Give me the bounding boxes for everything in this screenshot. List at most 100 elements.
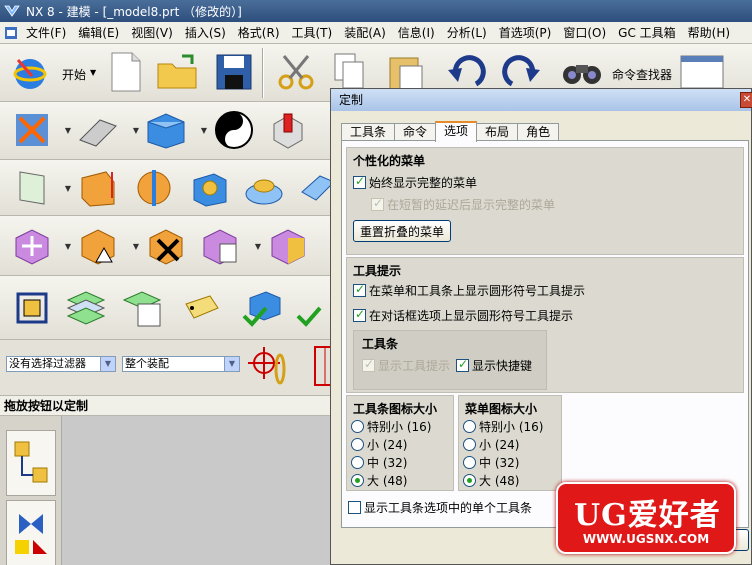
always-show-full-menus-checkbox[interactable]: 始终显示完整的菜单 [353,174,477,191]
toolbar-size-radio-medium[interactable]: 中 (32) [351,454,407,471]
blend-icon[interactable] [212,108,256,152]
menu-preferences[interactable]: 首选项(P) [493,24,558,41]
tag-icon[interactable] [180,286,224,330]
hole-icon[interactable] [188,166,232,210]
menu-size-radio-large[interactable]: 大 (48) [463,472,519,489]
personalized-menus-title: 个性化的菜单 [353,154,426,168]
start-dropdown-icon[interactable]: ▼ [90,68,96,77]
menu-size-radio-xsmall[interactable]: 特别小 (16) [463,418,543,435]
checkbox-disabled-icon [371,196,384,211]
bracket-icon[interactable] [76,108,120,152]
move-face-icon[interactable] [10,224,54,268]
reset-menus-button[interactable]: 重置折叠的菜单 [353,220,451,242]
tab-layout[interactable]: 布局 [476,123,519,141]
dropdown-icon[interactable]: ▼ [64,166,72,210]
extrude-icon[interactable] [76,166,120,210]
assembly-check-icon[interactable] [240,286,284,330]
cut-icon[interactable] [274,50,318,94]
dropdown-icon[interactable]: ▼ [254,224,262,268]
block-icon[interactable] [144,108,188,152]
sketch-icon[interactable] [10,108,54,152]
radio-selected-icon [463,474,476,487]
dropdown-icon[interactable]: ▼ [64,224,72,268]
assembly-navigator-icon[interactable] [6,430,56,496]
new-file-icon[interactable] [104,50,148,94]
checkbox-checked-icon [353,307,366,322]
window-title: NX 8 - 建模 - [_model8.prt （修改的）] [26,4,242,19]
draft-icon[interactable] [76,224,120,268]
command-finder-label[interactable]: 命令查找器 [612,66,672,83]
chevron-down-icon[interactable]: ▼ [100,357,115,371]
dropdown-icon[interactable]: ▼ [132,224,140,268]
menu-edit[interactable]: 编辑(E) [72,24,125,41]
snap-point-icon[interactable] [246,344,290,388]
toolbar-size-label: 特别小 (16) [367,420,432,434]
menu-size-label: 小 (24) [479,438,520,452]
menu-insert[interactable]: 插入(S) [179,24,232,41]
menu-icon-size-group: 菜单图标大小 特别小 (16) 小 (24) 中 (32) 大 (48) [458,395,562,491]
layers-icon[interactable] [64,286,108,330]
toolbar-size-label: 小 (24) [367,438,408,452]
watermark-url: WWW.UGSNX.COM [582,532,710,546]
tab-roles[interactable]: 角色 [517,123,560,141]
constraint-navigator-icon[interactable] [6,500,56,565]
start-label[interactable]: 开始 [62,66,86,83]
save-icon[interactable] [212,50,256,94]
menu-file[interactable]: 文件(F) [20,24,72,41]
scope-select[interactable]: 整个装配 ▼ [122,356,240,372]
toolbar-size-radio-large[interactable]: 大 (48) [351,472,407,489]
menu-size-radio-medium[interactable]: 中 (32) [463,454,519,471]
tab-commands[interactable]: 命令 [394,123,437,141]
menu-size-label: 特别小 (16) [479,420,544,434]
menu-tools[interactable]: 工具(T) [286,24,339,41]
menu-gc-toolbox[interactable]: GC 工具箱 [612,24,682,41]
tab-toolbars[interactable]: 工具条 [341,123,396,141]
menu-size-label: 大 (48) [479,474,520,488]
radio-icon [351,438,364,451]
boss-icon[interactable] [242,166,286,210]
toolbar-size-radio-small[interactable]: 小 (24) [351,436,407,453]
menu-info[interactable]: 信息(I) [392,24,441,41]
plane-icon[interactable] [10,166,54,210]
nx-logo-icon [4,5,20,17]
menu-bar: 文件(F) 编辑(E) 视图(V) 插入(S) 格式(R) 工具(T) 装配(A… [0,22,752,44]
start-icon[interactable] [8,50,52,94]
toolbar-size-radio-xsmall[interactable]: 特别小 (16) [351,418,431,435]
show-single-toolbar-checkbox[interactable]: 显示工具条选项中的单个工具条 [348,499,532,516]
menu-size-radio-small[interactable]: 小 (24) [463,436,519,453]
copy-face-icon[interactable] [198,224,242,268]
dropdown-icon[interactable]: ▼ [132,108,140,152]
offset-region-icon[interactable] [266,224,310,268]
dialog-option-tips-checkbox[interactable]: 在对话框选项上显示圆形符号工具提示 [353,307,573,324]
graphics-window[interactable] [62,416,335,565]
menu-assembly[interactable]: 装配(A) [338,24,392,41]
chevron-down-icon[interactable]: ▼ [224,357,239,371]
dropdown-icon[interactable]: ▼ [64,108,72,152]
revolve-icon[interactable] [132,166,176,210]
menu-format[interactable]: 格式(R) [232,24,286,41]
pin-box-icon[interactable] [266,108,310,152]
dropdown-icon[interactable]: ▼ [200,108,208,152]
layer-list-icon[interactable] [120,286,164,330]
menu-analysis[interactable]: 分析(L) [441,24,493,41]
toolbar-separator [262,48,264,98]
bounding-box-icon[interactable] [10,286,54,330]
radio-icon [463,438,476,451]
menu-help[interactable]: 帮助(H) [682,24,736,41]
close-icon[interactable]: ✕ [740,92,752,108]
open-folder-icon[interactable] [156,50,200,94]
window-title-bar: NX 8 - 建模 - [_model8.prt （修改的）] [0,0,752,22]
radio-icon [463,456,476,469]
personalized-menus-group: 个性化的菜单 始终显示完整的菜单 在短暂的延迟后显示完整的菜单 重置折叠的菜单 [346,147,744,255]
selection-filter-select[interactable]: 没有选择过滤器 ▼ [6,356,116,372]
delete-face-icon[interactable] [144,224,188,268]
show-after-delay-checkbox: 在短暂的延迟后显示完整的菜单 [371,196,555,213]
app-menu-icon[interactable] [4,26,18,40]
toolbar-icon-size-group: 工具条图标大小 特别小 (16) 小 (24) 中 (32) 大 (48) [346,395,454,491]
menu-view[interactable]: 视图(V) [125,24,179,41]
show-shortcuts-checkbox[interactable]: 显示快捷键 [456,357,532,374]
always-show-full-menus-label: 始终显示完整的菜单 [369,176,478,190]
menu-toolbar-tips-checkbox[interactable]: 在菜单和工具条上显示圆形符号工具提示 [353,282,585,299]
menu-window[interactable]: 窗口(O) [557,24,612,41]
tab-options[interactable]: 选项 [435,121,478,142]
